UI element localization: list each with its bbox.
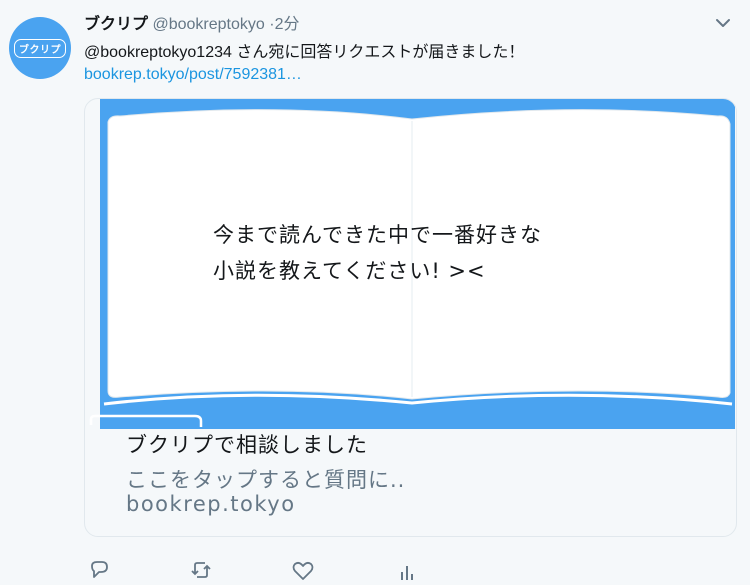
tweet[interactable]: ブクリプ ブクリプ @bookreptokyo ·2分 @bookreptoky… xyxy=(0,0,750,585)
tweet-link[interactable]: bookrep.tokyo/post/7592381… xyxy=(84,66,302,84)
link-card[interactable]: 今まで読んできた中で一番好きな 小説を教えてください! >< ブクリプで相談しま… xyxy=(84,98,737,537)
tweet-text: @bookreptokyo1234 さん宛に回答リクエストが届きました！ xyxy=(84,44,525,61)
card-domain: bookrep.tokyo xyxy=(126,492,296,516)
timestamp[interactable]: 2分 xyxy=(275,16,300,33)
chevron-down-icon[interactable] xyxy=(712,14,734,32)
tweet-header: ブクリプ @bookreptokyo ·2分 xyxy=(84,10,299,34)
card-description: ここをタップすると質問に.. xyxy=(126,468,406,492)
display-name[interactable]: ブクリプ xyxy=(84,16,148,33)
card-title[interactable]: ブクリプで相談しました xyxy=(126,429,368,459)
analytics-icon[interactable] xyxy=(394,558,420,584)
question-line-1: 今まで読んできた中で一番好きな xyxy=(213,223,542,247)
retweet-icon[interactable] xyxy=(188,558,214,584)
bookrep-logo-avatar: ブクリプ xyxy=(14,38,66,58)
reply-icon[interactable] xyxy=(86,558,112,584)
bookrep-logo-icon xyxy=(89,414,203,427)
avatar[interactable]: ブクリプ xyxy=(9,17,71,79)
book-question: 今まで読んできた中で一番好きな 小説を教えてください! >< xyxy=(213,217,542,289)
card-image[interactable]: 今まで読んできた中で一番好きな 小説を教えてください! >< xyxy=(100,99,735,429)
like-icon[interactable] xyxy=(290,558,316,584)
tweet-actions xyxy=(84,558,744,585)
user-handle[interactable]: @bookreptokyo xyxy=(152,16,264,33)
question-line-2: 小説を教えてください! >< xyxy=(213,259,486,283)
